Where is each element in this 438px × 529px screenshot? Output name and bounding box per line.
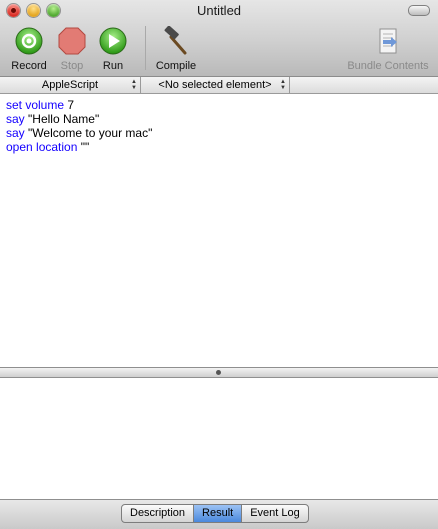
script-argument: "" — [77, 140, 90, 154]
window-title: Untitled — [196, 3, 242, 18]
script-keyword: say — [6, 126, 25, 140]
script-argument: "Hello Name" — [24, 112, 100, 126]
language-value: AppleScript — [41, 79, 99, 91]
script-line: set volume 7 — [0, 98, 438, 112]
popup-arrows-icon: ▲ ▼ — [131, 79, 137, 91]
stop-icon — [58, 27, 86, 55]
language-popup[interactable]: AppleScript ▲ ▼ — [0, 77, 141, 93]
navigation-bar: AppleScript ▲ ▼ <No selected element> ▲ ▼ — [0, 77, 438, 94]
result-pane[interactable] — [0, 378, 438, 499]
element-popup[interactable]: <No selected element> ▲ ▼ — [141, 77, 290, 93]
script-keyword: say — [6, 112, 25, 126]
script-line: say "Welcome to your mac" — [0, 126, 438, 140]
script-keyword: set volume — [6, 98, 65, 112]
script-keyword: open location — [6, 140, 78, 154]
script-line: open location "" — [0, 140, 438, 154]
window-titlebar: Untitled Record Stop Run Compile Bundle … — [0, 0, 438, 77]
bundle-contents-button[interactable]: Bundle Contents — [342, 26, 434, 72]
tab-result[interactable]: Result — [194, 505, 243, 522]
record-icon — [15, 27, 43, 55]
run-label: Run — [102, 60, 124, 72]
compile-label: Compile — [155, 60, 197, 72]
run-button[interactable]: Run — [88, 26, 138, 72]
hammer-icon — [164, 26, 187, 55]
run-icon — [99, 27, 127, 55]
splitter-handle-icon — [216, 370, 221, 375]
bundle-contents-label: Bundle Contents — [347, 60, 429, 72]
element-value: <No selected element> — [158, 79, 272, 91]
script-argument: "Welcome to your mac" — [24, 126, 153, 140]
tab-description[interactable]: Description — [122, 505, 195, 522]
toolbar-toggle-button[interactable] — [408, 5, 430, 16]
result-tabs: Description Result Event Log — [121, 504, 309, 523]
pane-splitter[interactable] — [0, 367, 438, 378]
script-editor[interactable]: set volume 7 say "Hello Name" say "Welco… — [0, 94, 438, 367]
popup-arrows-icon: ▲ ▼ — [280, 79, 286, 91]
script-line: say "Hello Name" — [0, 112, 438, 126]
bundle-contents-icon — [379, 28, 397, 54]
tab-event-log[interactable]: Event Log — [242, 505, 308, 522]
script-argument: 7 — [64, 98, 75, 112]
toolbar-separator — [145, 26, 146, 70]
compile-button[interactable]: Compile — [151, 26, 201, 72]
